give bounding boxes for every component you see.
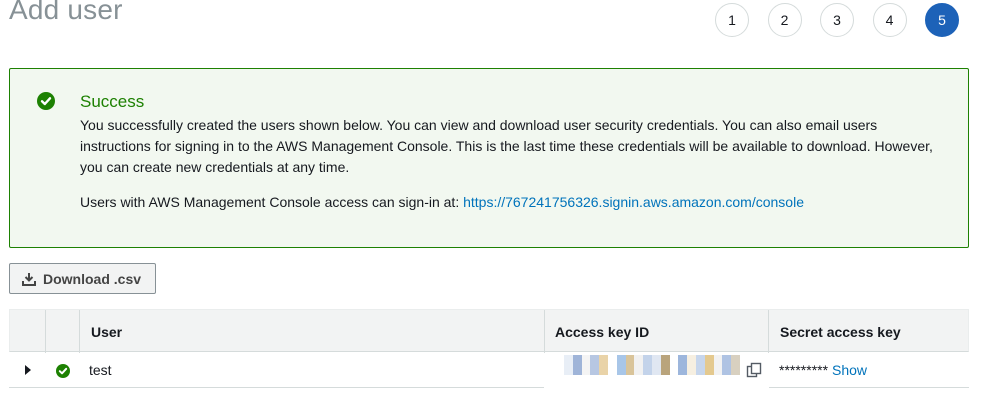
table-header: User Access key ID Secret access key (9, 309, 969, 353)
step-1[interactable]: 1 (715, 3, 749, 37)
signin-info: Users with AWS Management Console access… (80, 192, 804, 213)
step-4[interactable]: 4 (872, 3, 907, 37)
success-alert: Success You successfully created the use… (9, 68, 969, 248)
step-2[interactable]: 2 (767, 3, 802, 37)
access-key-id-redacted (564, 355, 740, 375)
download-csv-button[interactable]: Download .csv (9, 263, 156, 294)
column-header-user[interactable]: User (91, 310, 122, 353)
users-table: User Access key ID Secret access key tes… (9, 309, 969, 388)
check-circle-icon (56, 364, 70, 378)
signin-prefix: Users with AWS Management Console access… (80, 194, 464, 210)
expand-row-icon[interactable] (25, 365, 31, 375)
step-5[interactable]: 5 (925, 3, 959, 37)
wizard-steps: 1 2 3 4 5 (715, 3, 959, 37)
console-signin-link[interactable]: https://767241756326.signin.aws.amazon.c… (463, 194, 804, 210)
page-title: Add user (9, 0, 123, 25)
column-header-access-key-id[interactable]: Access key ID (555, 310, 649, 353)
alert-title: Success (80, 92, 145, 111)
alert-message: You successfully created the users shown… (80, 117, 933, 175)
download-icon (22, 272, 36, 286)
show-secret-link[interactable]: Show (832, 362, 867, 378)
column-header-secret-access-key[interactable]: Secret access key (780, 310, 901, 353)
copy-icon[interactable] (746, 362, 762, 378)
table-row: test ********* Show (9, 352, 969, 388)
secret-access-key-mask: ********* (779, 362, 829, 378)
check-circle-icon (37, 92, 55, 110)
user-name-cell: test (89, 362, 112, 378)
step-3[interactable]: 3 (820, 3, 854, 37)
download-csv-label: Download .csv (43, 270, 142, 287)
